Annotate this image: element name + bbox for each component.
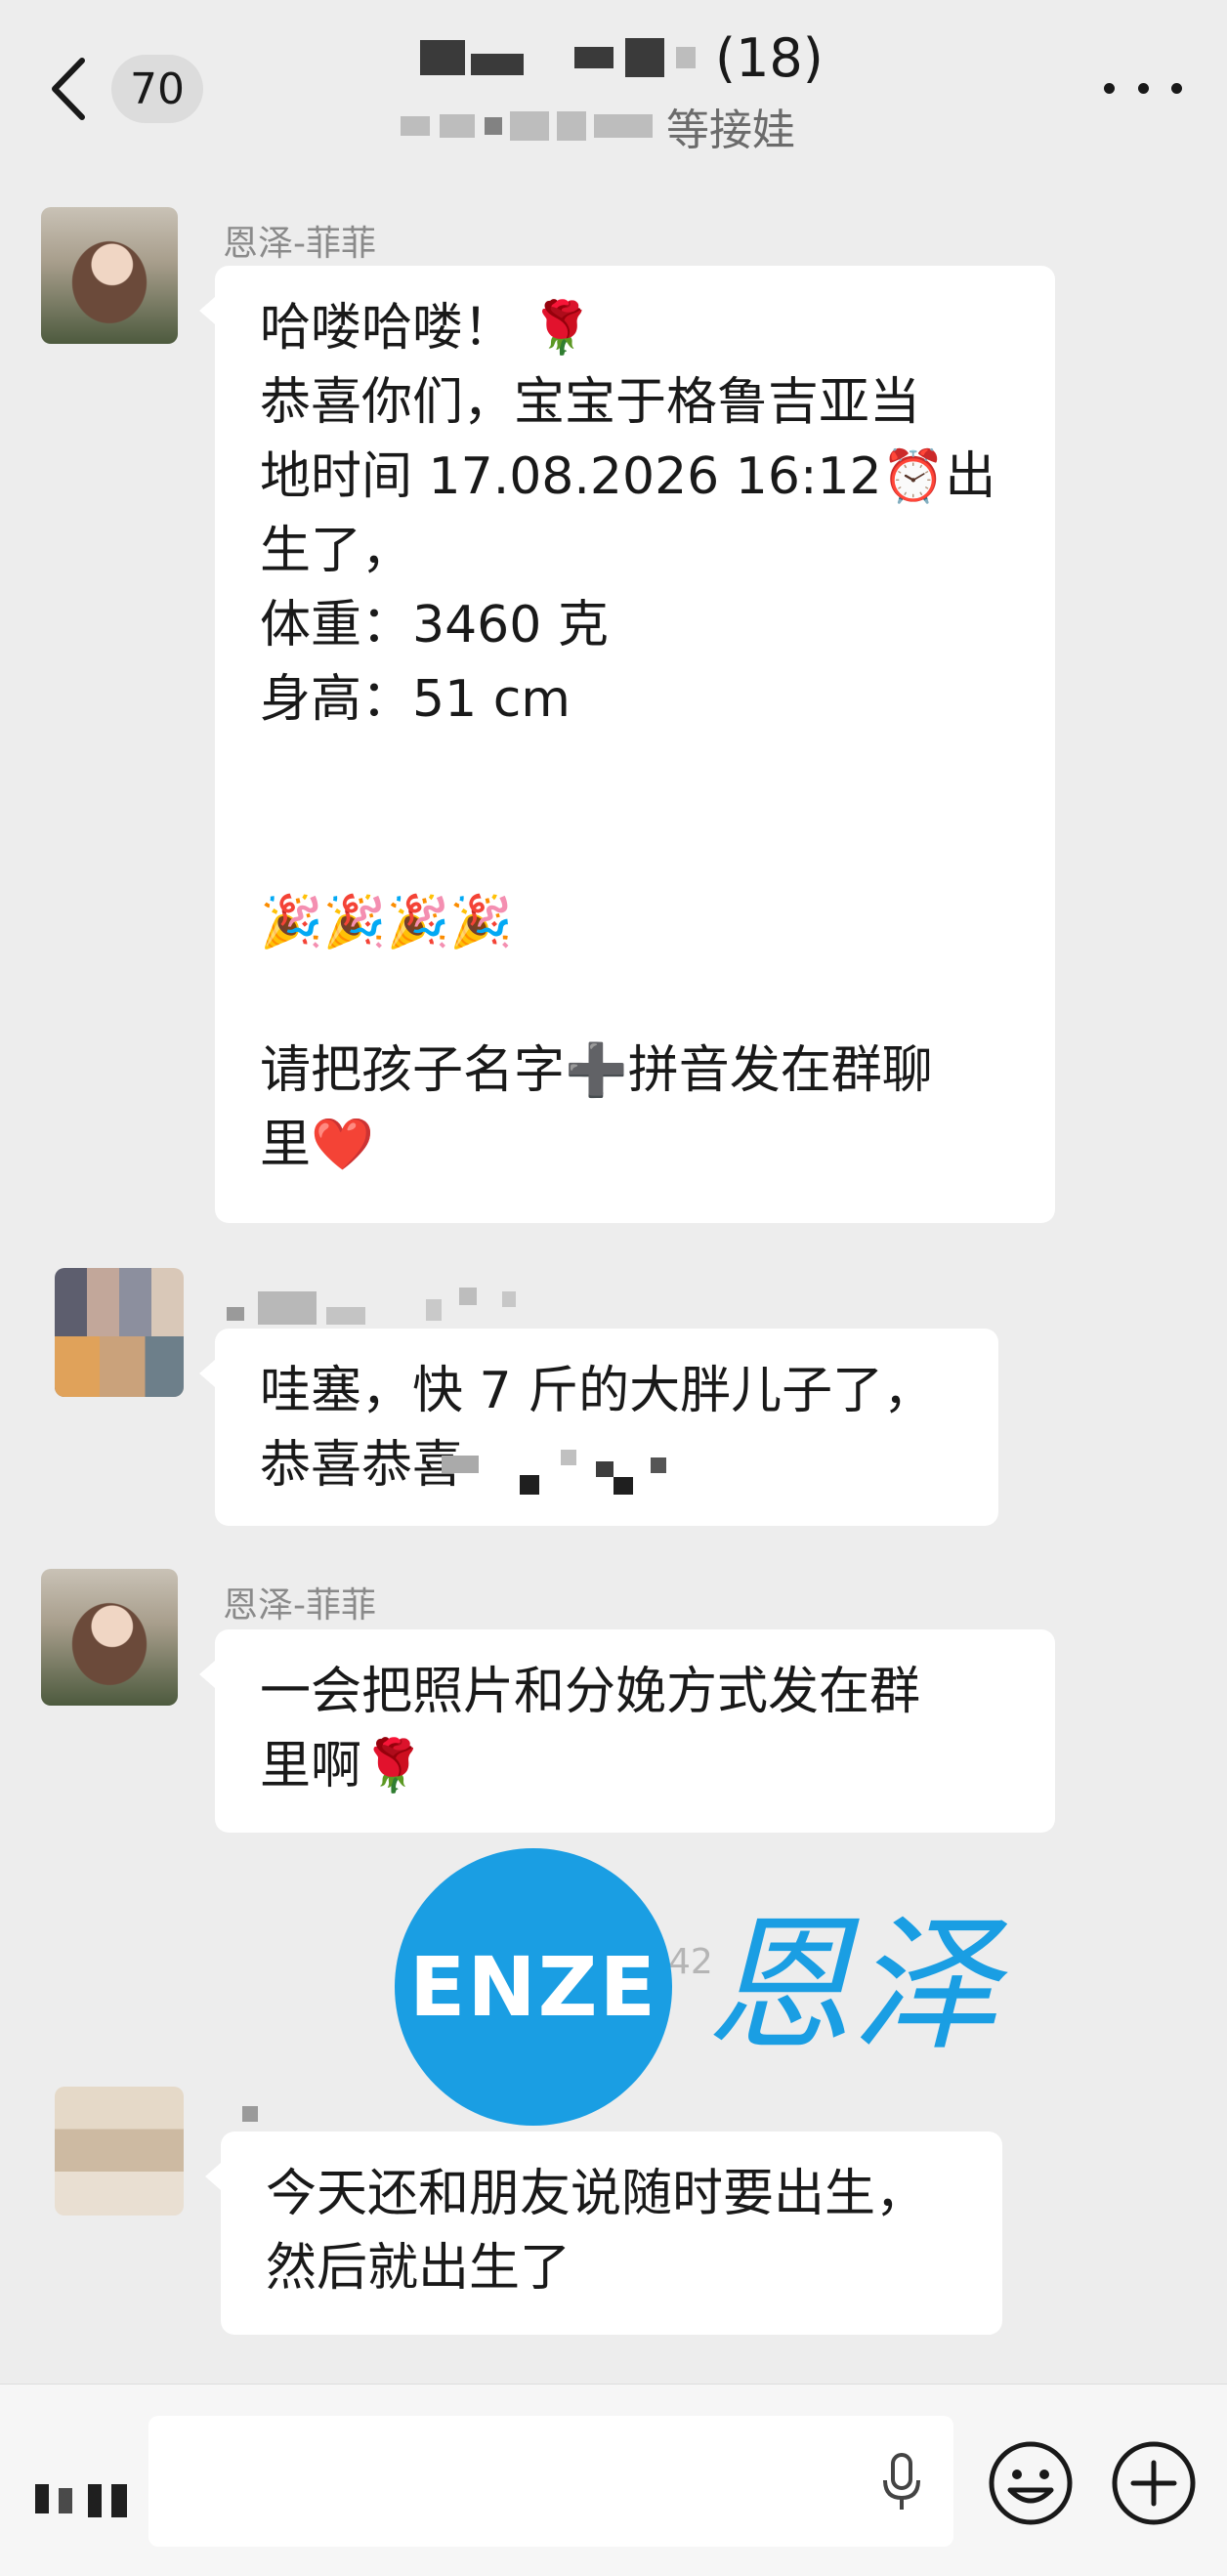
masked-sender-name xyxy=(258,1291,317,1325)
message-bubble[interactable]: 一会把照片和分娩方式发在群 里啊🌹 xyxy=(199,1629,1055,1833)
message-line: 地时间 17.08.2026 16:12⏰出 xyxy=(260,447,996,506)
masked-text xyxy=(651,1457,666,1473)
message-bubble[interactable]: 今天还和朋友说随时要出生， 然后就出生了 xyxy=(205,2132,1002,2335)
avatar[interactable] xyxy=(55,1268,184,1397)
masked-text xyxy=(614,1477,633,1495)
masked-sender-name xyxy=(326,1307,365,1325)
sender-name: 恩泽-菲菲 xyxy=(223,224,376,264)
message-line: 身高：51 cm xyxy=(260,670,571,729)
masked-title-part xyxy=(574,47,614,68)
message-line: 恭喜你们，宝宝于格鲁吉亚当 xyxy=(260,373,921,432)
chat-header: 70 (18) 等接娃 xyxy=(0,0,1227,166)
masked-subtitle-part xyxy=(485,117,502,135)
voice-toggle-button[interactable] xyxy=(29,2480,137,2529)
masked-text xyxy=(561,1450,576,1465)
unread-count-badge: 70 xyxy=(111,55,203,123)
sender-name: 恩泽-菲菲 xyxy=(223,1585,376,1626)
masked-icon xyxy=(88,2484,102,2517)
masked-title-part xyxy=(676,47,696,68)
avatar[interactable] xyxy=(55,2087,184,2216)
more-dots-icon xyxy=(1171,82,1182,94)
back-button[interactable]: 70 xyxy=(47,47,213,131)
input-bar xyxy=(0,2384,1227,2576)
masked-sender-name xyxy=(242,2106,258,2122)
masked-subtitle-part xyxy=(401,116,430,136)
message-line: 一会把照片和分娩方式发在群 xyxy=(260,1663,921,1721)
more-dots-icon xyxy=(1137,82,1149,94)
chat-subtitle-text: 等接娃 xyxy=(666,106,795,155)
masked-sender-name xyxy=(502,1291,516,1307)
message-line: 生了， xyxy=(260,522,413,580)
masked-text xyxy=(520,1475,539,1495)
masked-subtitle-part xyxy=(510,111,549,141)
message-line: 里❤️ xyxy=(260,1116,374,1174)
masked-title-part xyxy=(471,54,524,75)
masked-text xyxy=(596,1461,614,1477)
message-line xyxy=(260,811,1020,885)
message-input[interactable] xyxy=(148,2416,953,2547)
emoji-icon[interactable] xyxy=(987,2439,1075,2527)
message-line xyxy=(260,737,1020,811)
message-line: 体重：3460 克 xyxy=(260,596,609,655)
avatar[interactable] xyxy=(41,1569,178,1706)
message-line: 然后就出生了 xyxy=(266,2239,571,2298)
chevron-left-icon xyxy=(52,58,85,120)
enze-logo-chinese: 恩泽 xyxy=(705,1901,999,2071)
chat-subtitle: 等接娃 xyxy=(401,94,795,158)
masked-sender-name xyxy=(426,1299,442,1321)
message-line: 请把孩子名字➕拼音发在群聊 xyxy=(260,1041,933,1100)
masked-icon xyxy=(59,2488,72,2513)
message-line: 哈喽哈喽！ 🌹 xyxy=(260,299,594,358)
masked-subtitle-part xyxy=(557,111,586,141)
message-line: 里啊🌹 xyxy=(260,1737,425,1795)
masked-title-part xyxy=(420,40,465,75)
mic-icon[interactable] xyxy=(879,2453,924,2513)
message-line xyxy=(260,959,1020,1034)
message-bubble[interactable]: 哈喽哈喽！ 🌹 恭喜你们，宝宝于格鲁吉亚当 地时间 17.08.2026 16:… xyxy=(199,266,1055,1223)
masked-sender-name xyxy=(227,1307,244,1321)
member-count: (18) xyxy=(715,26,824,89)
plus-icon[interactable] xyxy=(1110,2439,1198,2527)
more-options-button[interactable] xyxy=(1104,68,1182,107)
masked-sender-name xyxy=(459,1288,477,1305)
message-bubble[interactable]: 哇塞，快 7 斤的大胖儿子了， 恭喜恭喜 xyxy=(199,1329,998,1526)
more-dots-icon xyxy=(1104,82,1115,94)
avatar[interactable] xyxy=(41,207,178,344)
masked-subtitle-part xyxy=(440,114,475,138)
masked-icon xyxy=(111,2484,127,2517)
message-line: 今天还和朋友说随时要出生， xyxy=(266,2165,927,2223)
masked-icon xyxy=(35,2484,49,2513)
enze-logo-text: ENZE xyxy=(409,1939,657,2035)
enze-logo: ENZE xyxy=(395,1848,672,2126)
masked-subtitle-part xyxy=(594,114,653,138)
message-line: 🎉🎉🎉🎉 xyxy=(260,893,513,951)
masked-text xyxy=(442,1456,479,1473)
masked-title-part xyxy=(625,38,664,77)
chat-title[interactable]: (18) xyxy=(420,23,824,92)
message-line: 哇塞，快 7 斤的大胖儿子了， xyxy=(260,1362,935,1420)
